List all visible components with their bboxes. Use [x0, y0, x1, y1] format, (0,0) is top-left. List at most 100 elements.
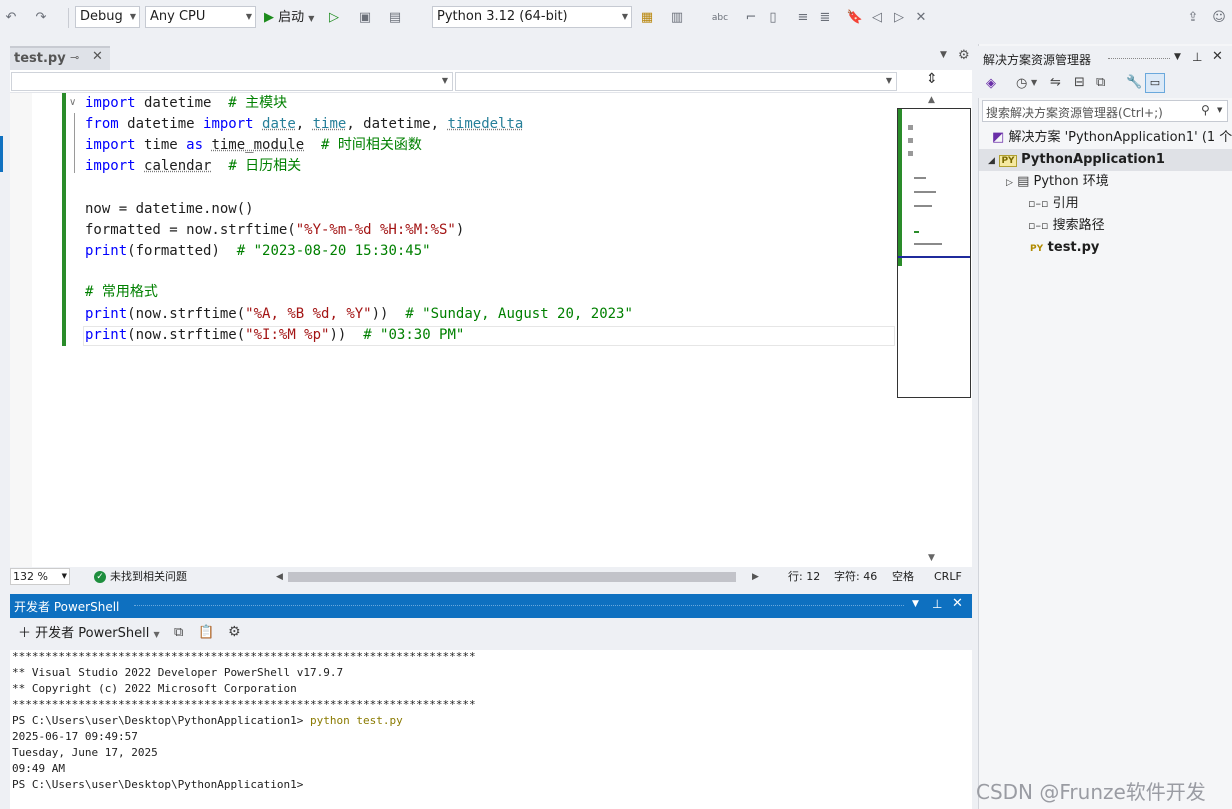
chevron-down-icon[interactable]: ▼	[1031, 78, 1037, 87]
solution-explorer-title: 解决方案资源管理器	[983, 53, 1092, 67]
paste-icon[interactable]: 📋	[198, 625, 214, 640]
play-icon: ▶	[264, 10, 274, 25]
terminal-line: ** Copyright (c) 2022 Microsoft Corporat…	[12, 682, 297, 695]
expanded-arrow-icon: ◢	[988, 156, 995, 166]
share-icon[interactable]: ⇪	[1184, 8, 1202, 28]
gear-icon[interactable]: ⚙	[958, 48, 970, 63]
prev-bookmark-icon[interactable]: ◁	[868, 8, 886, 28]
outdent-icon[interactable]: ≡	[794, 8, 812, 28]
minimap-mark	[908, 151, 913, 156]
eol-indicator[interactable]: CRLF	[934, 567, 962, 587]
scope-dropdown[interactable]: ▼	[11, 72, 453, 91]
terminal-title-bar: 开发者 PowerShell ▼ ⊥ ✕	[10, 594, 972, 618]
tree-item-solution[interactable]: ◩ 解决方案 'PythonApplication1' (1 个	[992, 127, 1232, 149]
window-icon[interactable]: ▤	[386, 8, 404, 28]
dropdown-icon[interactable]: ▼	[912, 599, 919, 609]
scroll-left-icon[interactable]: ◀	[276, 567, 283, 587]
history-icon[interactable]: ◷	[1016, 76, 1027, 91]
pin-icon[interactable]: ⊸	[70, 51, 79, 64]
close-icon[interactable]: ✕	[92, 49, 103, 64]
collapse-all-icon[interactable]: ⊟	[1074, 75, 1085, 90]
collapsed-arrow-icon: ▷	[1006, 178, 1013, 188]
package-icon[interactable]: ▦	[638, 8, 656, 28]
config-dropdown[interactable]: Debug ▼	[75, 6, 140, 28]
code-line-1: import datetime # 主模块	[85, 95, 288, 111]
clear-bookmark-icon[interactable]: ✕	[912, 8, 930, 28]
whitespace-indicator[interactable]: 空格	[892, 567, 914, 587]
tree-item-label: test.py	[1047, 240, 1100, 255]
undo-icon[interactable]: ↶	[2, 8, 20, 28]
member-dropdown[interactable]: ▼	[455, 72, 897, 91]
collapse-icon[interactable]: ∨	[69, 97, 76, 108]
sync-icon[interactable]: ⇋	[1050, 75, 1061, 90]
comment-icon[interactable]: ⌐	[742, 8, 760, 28]
tab-overflow-icon[interactable]: ▼	[940, 50, 947, 60]
minimap[interactable]	[897, 108, 971, 398]
code-line-6: now = datetime.now()	[85, 201, 254, 217]
split-icon[interactable]: ⇕	[926, 71, 938, 87]
scroll-right-icon[interactable]: ▶	[752, 567, 759, 587]
issues-status[interactable]: 未找到相关问题	[110, 567, 187, 587]
pin-icon[interactable]: ⊥	[1192, 50, 1202, 64]
preview-icon[interactable]: ▭	[1145, 73, 1165, 93]
copy-icon[interactable]: ⧉	[174, 625, 183, 640]
terminal-output[interactable]: ****************************************…	[10, 650, 972, 809]
plus-icon: ＋	[18, 626, 32, 641]
new-terminal-label: 开发者 PowerShell	[35, 626, 150, 641]
browse-icon[interactable]: ▣	[356, 8, 374, 28]
editor-status-bar: 132 % ▼ ✓ 未找到相关问题 ◀ ▶ 行: 12 字符: 46 空格 CRL…	[10, 567, 972, 587]
config-value: Debug	[80, 9, 123, 24]
close-icon[interactable]: ✕	[952, 596, 963, 611]
properties-icon[interactable]: 🔧	[1126, 75, 1142, 90]
document-tab-strip	[0, 44, 972, 70]
tree-item-project[interactable]: ◢ PY PythonApplication1	[988, 149, 1165, 171]
settings-gear-icon[interactable]: ⚙	[228, 624, 241, 640]
interpreter-dropdown[interactable]: Python 3.12 (64-bit) ▼	[432, 6, 632, 28]
uncomment-icon[interactable]: ▯	[764, 8, 782, 28]
chevron-down-icon: ▼	[245, 12, 252, 21]
tree-item-references[interactable]: ▫–▫ 引用	[1028, 193, 1079, 215]
minimap-mark	[914, 177, 926, 179]
line-indicator[interactable]: 行: 12	[788, 567, 820, 587]
search-path-icon: ▫–▫	[1028, 219, 1049, 232]
horizontal-scrollbar-thumb[interactable]	[288, 572, 736, 582]
indent-icon[interactable]: ≣	[816, 8, 834, 28]
terminal-line: ** Visual Studio 2022 Developer PowerShe…	[12, 666, 344, 679]
bookmark-icon[interactable]: 🔖	[846, 8, 864, 28]
dropdown-icon[interactable]: ▼	[1174, 52, 1181, 62]
redo-icon[interactable]: ↷	[32, 8, 50, 28]
column-indicator[interactable]: 字符: 46	[834, 567, 877, 587]
check-icon: ✓	[94, 571, 106, 583]
chevron-down-icon: ▼	[308, 14, 315, 23]
tree-item-python-env[interactable]: ▷ ▤ Python 环境	[1006, 171, 1109, 193]
chevron-down-icon: ▼	[885, 76, 892, 85]
tab-test-py[interactable]: test.py ⊸ ✕	[10, 46, 110, 70]
scroll-down-icon[interactable]: ▼	[928, 553, 935, 563]
minimap-mark	[914, 205, 932, 207]
new-terminal-button[interactable]: ＋ 开发者 PowerShell ▼	[18, 625, 160, 643]
start-without-debug-icon[interactable]: ▷	[325, 8, 343, 28]
platform-dropdown[interactable]: Any CPU ▼	[145, 6, 256, 28]
scroll-up-icon[interactable]: ▲	[928, 95, 935, 105]
next-bookmark-icon[interactable]: ▷	[890, 8, 908, 28]
show-all-files-icon[interactable]: ⧉	[1096, 75, 1105, 90]
start-button[interactable]: ▶ 启动 ▼	[264, 8, 314, 28]
tree-item-test-py[interactable]: PY test.py	[1030, 237, 1099, 259]
code-line-4: import calendar # 日历相关	[85, 158, 302, 174]
tree-item-search-paths[interactable]: ▫–▫ 搜索路径	[1028, 215, 1105, 237]
zoom-value: 132 %	[13, 570, 48, 583]
toolbox-indicator	[0, 136, 3, 172]
zoom-dropdown[interactable]: 132 % ▼	[10, 568, 70, 585]
spellcheck-icon[interactable]: abc	[711, 8, 729, 28]
switch-views-icon[interactable]: ◈	[986, 76, 996, 91]
minimap-change-bar	[898, 109, 902, 266]
feedback-icon[interactable]: ☺	[1210, 8, 1228, 28]
close-icon[interactable]: ✕	[1212, 49, 1223, 64]
layout-icon[interactable]: ▥	[668, 8, 686, 28]
code-line-3: import time as time_module # 时间相关函数	[85, 137, 422, 153]
solution-search-input[interactable]: 搜索解决方案资源管理器(Ctrl+;) ⚲ ▼	[982, 100, 1228, 122]
pin-icon[interactable]: ⊥	[932, 597, 942, 611]
left-toolbox-strip	[0, 44, 10, 564]
search-icon: ⚲	[1201, 103, 1210, 117]
chevron-down-icon[interactable]: ▼	[1217, 106, 1222, 114]
